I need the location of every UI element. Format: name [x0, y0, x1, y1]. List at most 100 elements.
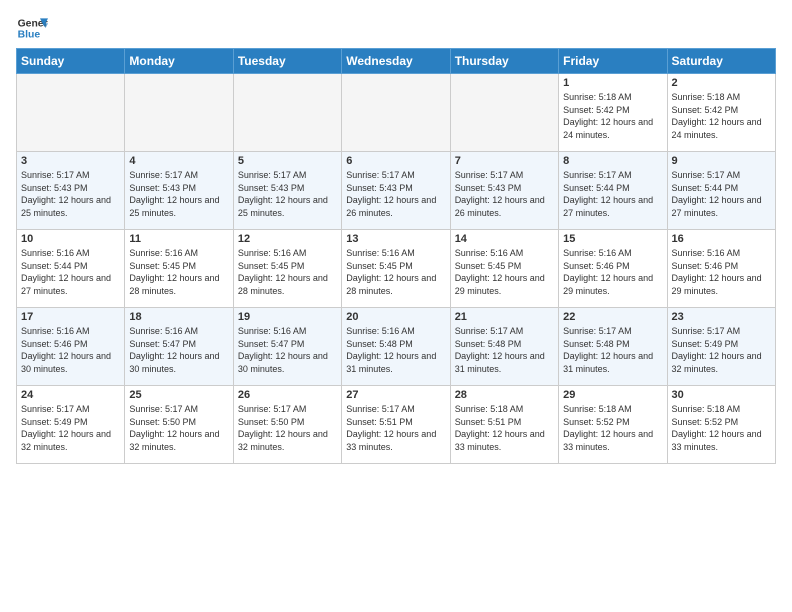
day-info: Sunrise: 5:16 AMSunset: 5:45 PMDaylight:…: [129, 247, 228, 297]
day-info: Sunrise: 5:17 AMSunset: 5:44 PMDaylight:…: [563, 169, 662, 219]
day-number: 4: [129, 155, 228, 167]
week-row-2: 3 Sunrise: 5:17 AMSunset: 5:43 PMDayligh…: [17, 152, 776, 230]
page-container: General Blue SundayMondayTuesdayWednesda…: [0, 0, 792, 472]
day-info: Sunrise: 5:17 AMSunset: 5:43 PMDaylight:…: [238, 169, 337, 219]
day-cell: 27 Sunrise: 5:17 AMSunset: 5:51 PMDaylig…: [342, 386, 450, 464]
day-info: Sunrise: 5:16 AMSunset: 5:44 PMDaylight:…: [21, 247, 120, 297]
day-cell: 30 Sunrise: 5:18 AMSunset: 5:52 PMDaylig…: [667, 386, 775, 464]
day-info: Sunrise: 5:17 AMSunset: 5:51 PMDaylight:…: [346, 403, 445, 453]
day-number: 5: [238, 155, 337, 167]
day-cell: 10 Sunrise: 5:16 AMSunset: 5:44 PMDaylig…: [17, 230, 125, 308]
day-number: 1: [563, 77, 662, 89]
day-info: Sunrise: 5:16 AMSunset: 5:47 PMDaylight:…: [238, 325, 337, 375]
day-info: Sunrise: 5:17 AMSunset: 5:44 PMDaylight:…: [672, 169, 771, 219]
day-cell: [17, 74, 125, 152]
day-number: 30: [672, 389, 771, 401]
day-number: 24: [21, 389, 120, 401]
weekday-header-thursday: Thursday: [450, 49, 558, 74]
day-number: 8: [563, 155, 662, 167]
day-cell: [125, 74, 233, 152]
day-cell: 2 Sunrise: 5:18 AMSunset: 5:42 PMDayligh…: [667, 74, 775, 152]
day-number: 28: [455, 389, 554, 401]
day-cell: 16 Sunrise: 5:16 AMSunset: 5:46 PMDaylig…: [667, 230, 775, 308]
weekday-header-sunday: Sunday: [17, 49, 125, 74]
day-info: Sunrise: 5:16 AMSunset: 5:48 PMDaylight:…: [346, 325, 445, 375]
day-info: Sunrise: 5:17 AMSunset: 5:43 PMDaylight:…: [346, 169, 445, 219]
day-info: Sunrise: 5:18 AMSunset: 5:52 PMDaylight:…: [672, 403, 771, 453]
day-cell: [450, 74, 558, 152]
day-info: Sunrise: 5:17 AMSunset: 5:43 PMDaylight:…: [21, 169, 120, 219]
day-number: 25: [129, 389, 228, 401]
day-cell: 22 Sunrise: 5:17 AMSunset: 5:48 PMDaylig…: [559, 308, 667, 386]
day-cell: 25 Sunrise: 5:17 AMSunset: 5:50 PMDaylig…: [125, 386, 233, 464]
day-info: Sunrise: 5:17 AMSunset: 5:49 PMDaylight:…: [672, 325, 771, 375]
day-number: 16: [672, 233, 771, 245]
week-row-1: 1 Sunrise: 5:18 AMSunset: 5:42 PMDayligh…: [17, 74, 776, 152]
day-number: 22: [563, 311, 662, 323]
day-cell: 4 Sunrise: 5:17 AMSunset: 5:43 PMDayligh…: [125, 152, 233, 230]
day-number: 13: [346, 233, 445, 245]
day-info: Sunrise: 5:17 AMSunset: 5:50 PMDaylight:…: [129, 403, 228, 453]
logo-icon: General Blue: [16, 12, 48, 44]
day-cell: 26 Sunrise: 5:17 AMSunset: 5:50 PMDaylig…: [233, 386, 341, 464]
week-row-5: 24 Sunrise: 5:17 AMSunset: 5:49 PMDaylig…: [17, 386, 776, 464]
day-cell: 28 Sunrise: 5:18 AMSunset: 5:51 PMDaylig…: [450, 386, 558, 464]
day-number: 3: [21, 155, 120, 167]
day-cell: 19 Sunrise: 5:16 AMSunset: 5:47 PMDaylig…: [233, 308, 341, 386]
day-cell: [233, 74, 341, 152]
day-cell: 11 Sunrise: 5:16 AMSunset: 5:45 PMDaylig…: [125, 230, 233, 308]
day-number: 18: [129, 311, 228, 323]
day-number: 15: [563, 233, 662, 245]
svg-text:Blue: Blue: [18, 30, 41, 41]
day-number: 9: [672, 155, 771, 167]
day-info: Sunrise: 5:17 AMSunset: 5:43 PMDaylight:…: [129, 169, 228, 219]
day-info: Sunrise: 5:17 AMSunset: 5:48 PMDaylight:…: [563, 325, 662, 375]
day-cell: 24 Sunrise: 5:17 AMSunset: 5:49 PMDaylig…: [17, 386, 125, 464]
day-number: 11: [129, 233, 228, 245]
day-info: Sunrise: 5:17 AMSunset: 5:43 PMDaylight:…: [455, 169, 554, 219]
day-cell: 7 Sunrise: 5:17 AMSunset: 5:43 PMDayligh…: [450, 152, 558, 230]
weekday-header-tuesday: Tuesday: [233, 49, 341, 74]
day-info: Sunrise: 5:18 AMSunset: 5:52 PMDaylight:…: [563, 403, 662, 453]
day-cell: 17 Sunrise: 5:16 AMSunset: 5:46 PMDaylig…: [17, 308, 125, 386]
weekday-header-friday: Friday: [559, 49, 667, 74]
day-info: Sunrise: 5:18 AMSunset: 5:42 PMDaylight:…: [672, 91, 771, 141]
day-number: 26: [238, 389, 337, 401]
day-number: 6: [346, 155, 445, 167]
day-cell: 21 Sunrise: 5:17 AMSunset: 5:48 PMDaylig…: [450, 308, 558, 386]
day-cell: 6 Sunrise: 5:17 AMSunset: 5:43 PMDayligh…: [342, 152, 450, 230]
day-info: Sunrise: 5:17 AMSunset: 5:50 PMDaylight:…: [238, 403, 337, 453]
day-cell: 15 Sunrise: 5:16 AMSunset: 5:46 PMDaylig…: [559, 230, 667, 308]
day-info: Sunrise: 5:16 AMSunset: 5:45 PMDaylight:…: [238, 247, 337, 297]
day-cell: 3 Sunrise: 5:17 AMSunset: 5:43 PMDayligh…: [17, 152, 125, 230]
day-cell: 1 Sunrise: 5:18 AMSunset: 5:42 PMDayligh…: [559, 74, 667, 152]
day-number: 2: [672, 77, 771, 89]
day-number: 7: [455, 155, 554, 167]
header: General Blue: [16, 12, 776, 44]
day-cell: 14 Sunrise: 5:16 AMSunset: 5:45 PMDaylig…: [450, 230, 558, 308]
day-number: 27: [346, 389, 445, 401]
week-row-3: 10 Sunrise: 5:16 AMSunset: 5:44 PMDaylig…: [17, 230, 776, 308]
day-cell: 9 Sunrise: 5:17 AMSunset: 5:44 PMDayligh…: [667, 152, 775, 230]
day-info: Sunrise: 5:16 AMSunset: 5:45 PMDaylight:…: [455, 247, 554, 297]
day-info: Sunrise: 5:16 AMSunset: 5:46 PMDaylight:…: [672, 247, 771, 297]
day-number: 21: [455, 311, 554, 323]
day-cell: 12 Sunrise: 5:16 AMSunset: 5:45 PMDaylig…: [233, 230, 341, 308]
week-row-4: 17 Sunrise: 5:16 AMSunset: 5:46 PMDaylig…: [17, 308, 776, 386]
day-number: 10: [21, 233, 120, 245]
day-cell: 13 Sunrise: 5:16 AMSunset: 5:45 PMDaylig…: [342, 230, 450, 308]
day-number: 29: [563, 389, 662, 401]
day-number: 23: [672, 311, 771, 323]
day-info: Sunrise: 5:17 AMSunset: 5:49 PMDaylight:…: [21, 403, 120, 453]
day-cell: 18 Sunrise: 5:16 AMSunset: 5:47 PMDaylig…: [125, 308, 233, 386]
day-info: Sunrise: 5:16 AMSunset: 5:45 PMDaylight:…: [346, 247, 445, 297]
day-info: Sunrise: 5:18 AMSunset: 5:51 PMDaylight:…: [455, 403, 554, 453]
weekday-header-saturday: Saturday: [667, 49, 775, 74]
day-number: 20: [346, 311, 445, 323]
day-number: 12: [238, 233, 337, 245]
day-info: Sunrise: 5:16 AMSunset: 5:46 PMDaylight:…: [563, 247, 662, 297]
day-info: Sunrise: 5:16 AMSunset: 5:46 PMDaylight:…: [21, 325, 120, 375]
day-cell: [342, 74, 450, 152]
day-number: 19: [238, 311, 337, 323]
weekday-header-wednesday: Wednesday: [342, 49, 450, 74]
